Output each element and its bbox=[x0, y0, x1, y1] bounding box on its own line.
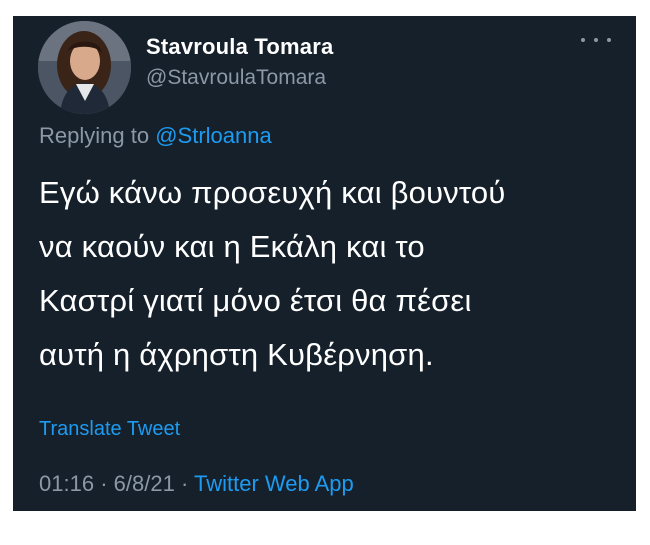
separator: · bbox=[180, 471, 189, 496]
tweet-card: Stavroula Tomara @StavroulaTomara Replyi… bbox=[13, 16, 636, 511]
tweet-meta: 01:16 · 6/8/21 · Twitter Web App bbox=[39, 471, 354, 497]
tweet-date[interactable]: 6/8/21 bbox=[114, 471, 175, 496]
translate-tweet-link[interactable]: Translate Tweet bbox=[39, 418, 180, 441]
tweet-text-line: να καούν και η Εκάλη και το bbox=[39, 229, 425, 264]
dot bbox=[594, 38, 598, 42]
tweet-text-line: Εγώ κάνω προσευχή και βουντού bbox=[39, 175, 506, 210]
tweet-text-line: αυτή η άχρηστη Κυβέρνηση. bbox=[39, 337, 434, 372]
tweet-time[interactable]: 01:16 bbox=[39, 471, 94, 496]
reply-mention-link[interactable]: @Strloanna bbox=[155, 123, 272, 148]
display-name[interactable]: Stavroula Tomara bbox=[146, 34, 333, 60]
separator: · bbox=[100, 471, 108, 496]
more-options-icon[interactable] bbox=[581, 30, 611, 50]
replying-to-label: Replying to bbox=[39, 123, 150, 148]
profile-photo-icon bbox=[38, 21, 131, 114]
replying-to-line: Replying to @Strloanna bbox=[39, 123, 272, 149]
tweet-text-line: Καστρί γιατί μόνο έτσι θα πέσει bbox=[39, 283, 472, 318]
user-handle[interactable]: @StavroulaTomara bbox=[146, 66, 326, 90]
dot bbox=[581, 38, 585, 42]
tweet-source-link[interactable]: Twitter Web App bbox=[194, 471, 354, 496]
avatar[interactable] bbox=[38, 21, 131, 114]
dot bbox=[607, 38, 611, 42]
tweet-text: Εγώ κάνω προσευχή και βουντού να καούν κ… bbox=[39, 166, 619, 382]
